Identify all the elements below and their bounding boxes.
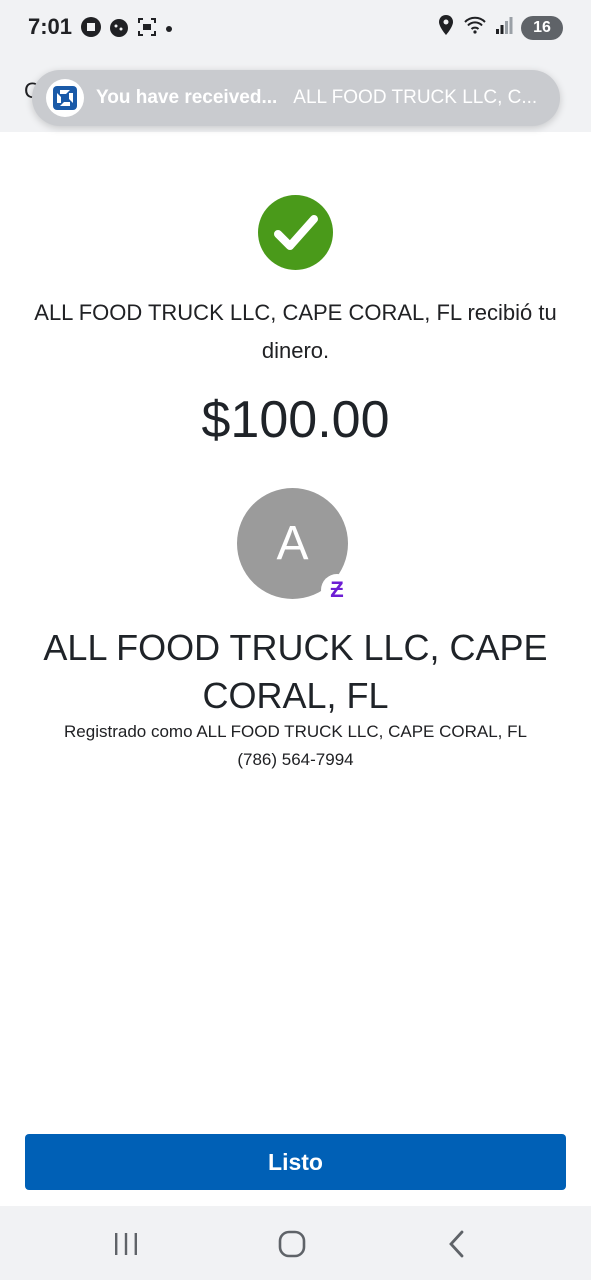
back-icon[interactable] [437, 1224, 477, 1264]
battery-indicator: 16 [521, 15, 563, 40]
status-left-icons [80, 16, 174, 43]
status-right-icons: 16 [437, 14, 563, 41]
app-notification-icon [80, 16, 102, 43]
avatar-initial: A [276, 517, 309, 570]
notification-banner[interactable]: You have received... ALL FOOD TRUCK LLC,… [32, 70, 560, 126]
confirmation-message: ALL FOOD TRUCK LLC, CAPE CORAL, FL recib… [34, 300, 557, 363]
registered-as-text: Registrado como ALL FOOD TRUCK LLC, CAPE… [64, 722, 527, 741]
notification-title: You have received... [96, 87, 278, 108]
payment-amount: $100.00 [201, 391, 390, 449]
recipient-name: ALL FOOD TRUCK LLC, CAPE CORAL, FL [43, 627, 548, 716]
success-check-icon [258, 195, 333, 270]
home-icon[interactable] [272, 1224, 312, 1264]
notification-body: ALL FOOD TRUCK LLC, C... [293, 87, 538, 108]
status-time: 7:01 [28, 14, 73, 39]
recent-apps-icon[interactable] [106, 1224, 146, 1264]
recipient-phone: (786) 564-7994 [237, 750, 354, 769]
signal-icon [495, 15, 513, 40]
status-bar: 7:01 16 [0, 0, 591, 56]
screenshot-icon [136, 16, 158, 43]
wifi-icon [463, 15, 487, 40]
zelle-badge-symbol: Ƶ [330, 577, 344, 602]
dot-icon [164, 21, 174, 39]
zelle-icon: Ƶ [321, 574, 353, 606]
chase-logo-icon [46, 79, 84, 117]
location-icon [437, 14, 455, 41]
system-nav-bar [0, 1206, 591, 1280]
app-notification-icon [108, 16, 130, 43]
done-button[interactable]: Listo [25, 1134, 566, 1190]
phone-screen: 7:01 16 You have received... ALL FOOD TR… [0, 0, 591, 1280]
